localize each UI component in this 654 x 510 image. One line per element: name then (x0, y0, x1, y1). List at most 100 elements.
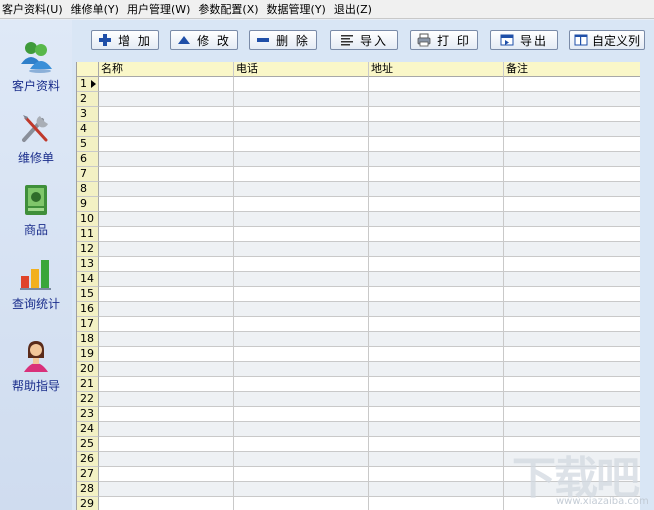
table-cell[interactable] (99, 107, 234, 122)
table-row[interactable]: 4 (77, 122, 640, 137)
table-row[interactable]: 24 (77, 422, 640, 437)
table-cell[interactable] (234, 497, 369, 510)
table-cell[interactable] (99, 197, 234, 212)
row-number[interactable]: 19 (77, 347, 99, 362)
row-number[interactable]: 11 (77, 227, 99, 242)
table-cell[interactable] (234, 287, 369, 302)
table-cell[interactable] (99, 137, 234, 152)
table-cell[interactable] (369, 77, 504, 92)
table-cell[interactable] (369, 122, 504, 137)
table-cell[interactable] (504, 227, 640, 242)
table-cell[interactable] (369, 497, 504, 510)
row-number[interactable]: 5 (77, 137, 99, 152)
table-cell[interactable] (504, 377, 640, 392)
table-cell[interactable] (99, 362, 234, 377)
row-number[interactable]: 21 (77, 377, 99, 392)
table-cell[interactable] (369, 362, 504, 377)
table-cell[interactable] (99, 497, 234, 510)
table-cell[interactable] (234, 332, 369, 347)
sidebar-item-help[interactable]: 帮助指导 (0, 338, 72, 394)
sidebar-item-customer[interactable]: 客户资料 (0, 38, 72, 94)
table-cell[interactable] (369, 197, 504, 212)
table-cell[interactable] (234, 362, 369, 377)
table-cell[interactable] (504, 362, 640, 377)
row-number[interactable]: 23 (77, 407, 99, 422)
table-row[interactable]: 10 (77, 212, 640, 227)
menu-parameter-config[interactable]: 参数配置(X) (195, 0, 263, 19)
table-cell[interactable] (234, 152, 369, 167)
table-cell[interactable] (234, 257, 369, 272)
table-cell[interactable] (234, 182, 369, 197)
table-cell[interactable] (234, 452, 369, 467)
row-number[interactable]: 15 (77, 287, 99, 302)
row-number[interactable]: 6 (77, 152, 99, 167)
table-cell[interactable] (99, 242, 234, 257)
row-number[interactable]: 17 (77, 317, 99, 332)
add-button[interactable]: 增 加 (91, 30, 159, 50)
row-number[interactable]: 27 (77, 467, 99, 482)
custom-columns-button[interactable]: 自定义列 (569, 30, 645, 50)
table-cell[interactable] (234, 422, 369, 437)
table-row[interactable]: 2 (77, 92, 640, 107)
table-cell[interactable] (234, 317, 369, 332)
row-number[interactable]: 20 (77, 362, 99, 377)
table-cell[interactable] (504, 92, 640, 107)
table-cell[interactable] (234, 392, 369, 407)
table-row[interactable]: 16 (77, 302, 640, 317)
row-number[interactable]: 2 (77, 92, 99, 107)
table-cell[interactable] (504, 167, 640, 182)
table-cell[interactable] (234, 377, 369, 392)
table-cell[interactable] (504, 242, 640, 257)
table-cell[interactable] (369, 437, 504, 452)
table-cell[interactable] (99, 92, 234, 107)
column-header-notes[interactable]: 备注 (504, 62, 640, 77)
table-cell[interactable] (369, 182, 504, 197)
menu-customer[interactable]: 客户资料(U) (0, 0, 68, 19)
menu-user-management[interactable]: 用户管理(W) (124, 0, 195, 19)
table-cell[interactable] (504, 182, 640, 197)
table-cell[interactable] (369, 392, 504, 407)
table-row[interactable]: 17 (77, 317, 640, 332)
table-cell[interactable] (504, 212, 640, 227)
table-cell[interactable] (234, 437, 369, 452)
table-row[interactable]: 13 (77, 257, 640, 272)
table-row[interactable]: 21 (77, 377, 640, 392)
table-cell[interactable] (504, 137, 640, 152)
table-cell[interactable] (234, 272, 369, 287)
table-cell[interactable] (369, 92, 504, 107)
table-cell[interactable] (99, 167, 234, 182)
table-cell[interactable] (504, 407, 640, 422)
row-number[interactable]: 28 (77, 482, 99, 497)
table-cell[interactable] (504, 302, 640, 317)
row-number[interactable]: 26 (77, 452, 99, 467)
table-row[interactable]: 20 (77, 362, 640, 377)
row-number[interactable]: 24 (77, 422, 99, 437)
table-cell[interactable] (504, 422, 640, 437)
table-cell[interactable] (99, 212, 234, 227)
row-number[interactable]: 4 (77, 122, 99, 137)
table-row[interactable]: 19 (77, 347, 640, 362)
table-cell[interactable] (234, 302, 369, 317)
row-number[interactable]: 16 (77, 302, 99, 317)
table-cell[interactable] (234, 227, 369, 242)
table-cell[interactable] (234, 242, 369, 257)
table-cell[interactable] (369, 407, 504, 422)
column-header-name[interactable]: 名称 (99, 62, 234, 77)
table-cell[interactable] (504, 122, 640, 137)
table-cell[interactable] (234, 122, 369, 137)
import-button[interactable]: 导入 (330, 30, 398, 50)
row-number[interactable]: 18 (77, 332, 99, 347)
table-cell[interactable] (369, 422, 504, 437)
table-row[interactable]: 9 (77, 197, 640, 212)
table-cell[interactable] (234, 137, 369, 152)
table-cell[interactable] (99, 377, 234, 392)
table-cell[interactable] (99, 392, 234, 407)
row-number[interactable]: 1 (77, 77, 99, 92)
menu-data-management[interactable]: 数据管理(Y) (264, 0, 331, 19)
table-cell[interactable] (504, 347, 640, 362)
table-row[interactable]: 11 (77, 227, 640, 242)
table-cell[interactable] (234, 467, 369, 482)
row-number[interactable]: 12 (77, 242, 99, 257)
table-cell[interactable] (369, 137, 504, 152)
table-cell[interactable] (234, 77, 369, 92)
